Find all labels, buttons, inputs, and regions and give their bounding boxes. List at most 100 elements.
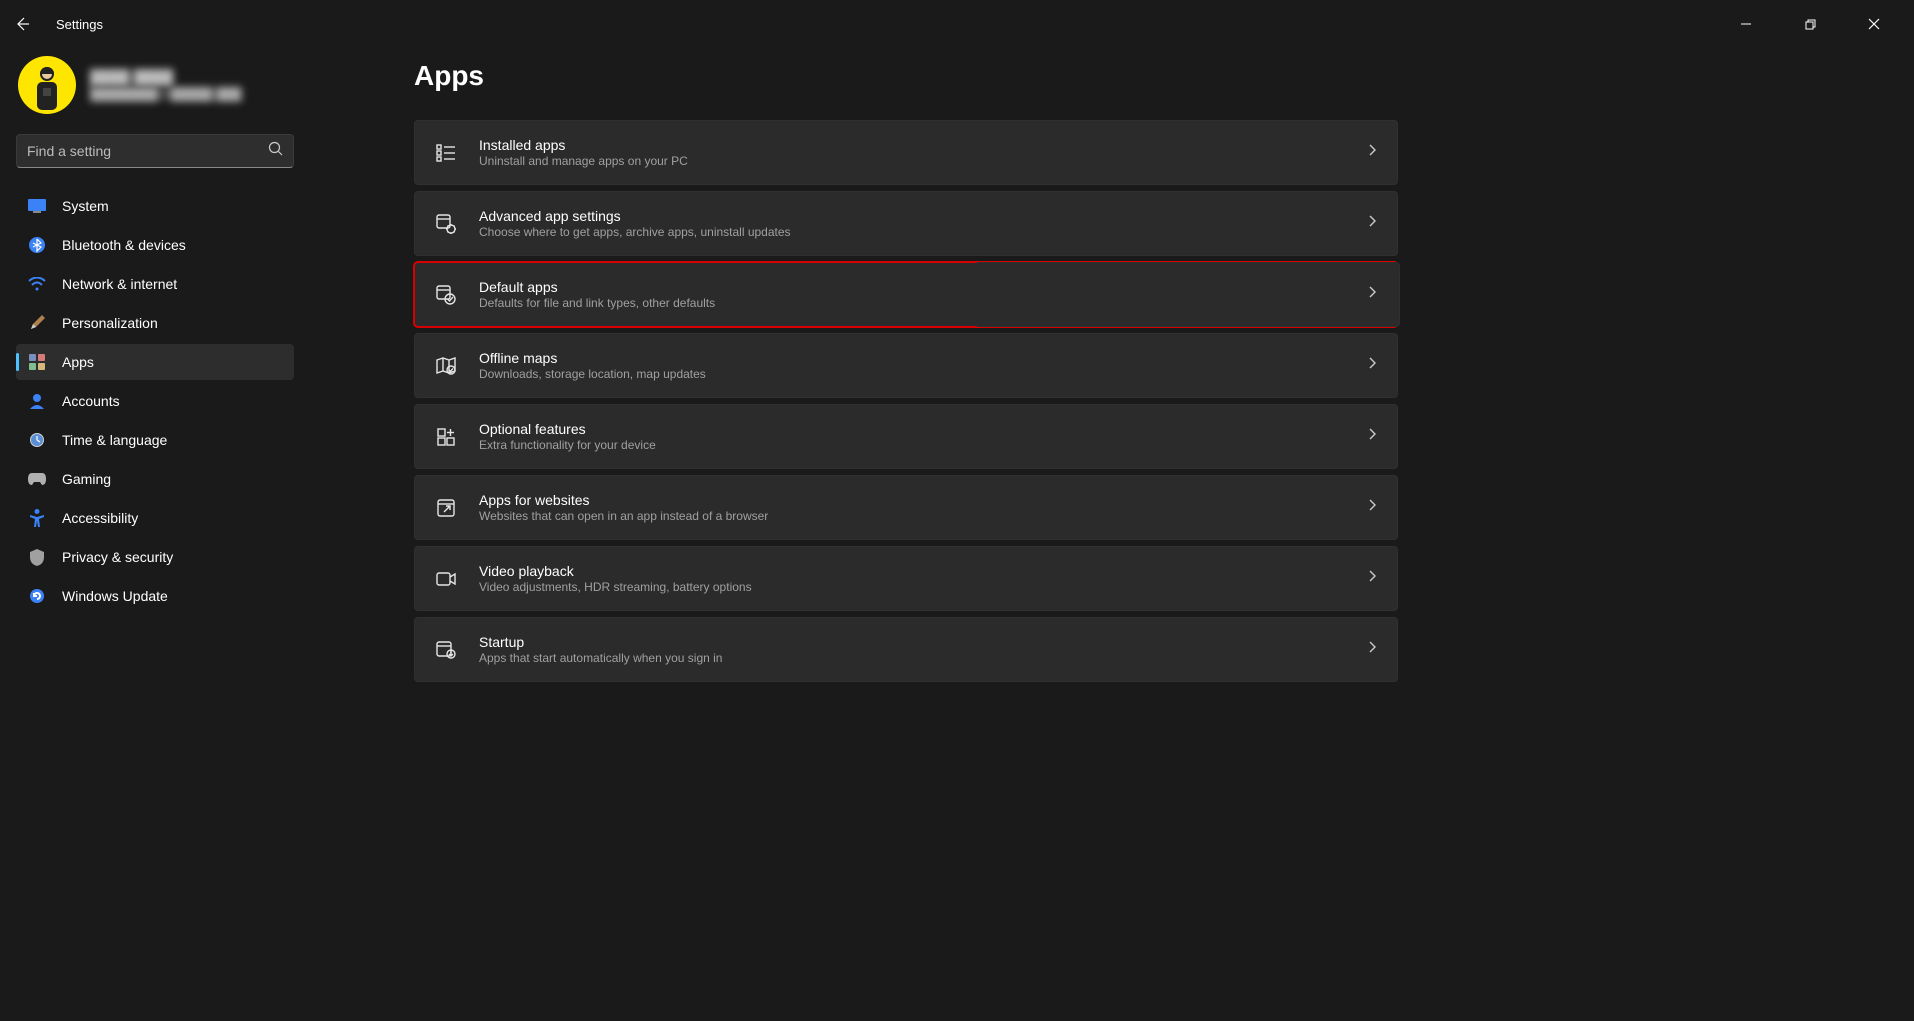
chevron-right-icon [1368,569,1377,588]
apps-icon [28,353,46,371]
card-text: Video playback Video adjustments, HDR st… [479,563,752,594]
accessibility-icon [28,509,46,527]
nav-label: System [62,198,109,214]
card-offline-maps[interactable]: Offline maps Downloads, storage location… [414,333,1398,398]
card-title: Offline maps [479,350,706,366]
card-title: Advanced app settings [479,208,791,224]
titlebar-left: Settings [12,14,103,34]
gamepad-icon [28,470,46,488]
chevron-right-icon [1368,285,1377,304]
card-text: Default apps Defaults for file and link … [479,279,715,310]
map-icon [435,355,457,377]
card-sub: Uninstall and manage apps on your PC [479,154,688,168]
close-icon [1868,18,1880,30]
sidebar: ████ ████ ████████@█████.███ System Blue… [0,48,300,1021]
chevron-right-icon [1368,640,1377,659]
card-title: Installed apps [479,137,688,153]
chevron-right-icon [1368,356,1377,375]
titlebar-right [1724,9,1902,39]
nav: System Bluetooth & devices Network & int… [16,188,300,614]
card-sub: Apps that start automatically when you s… [479,651,722,665]
person-icon [28,392,46,410]
card-installed-apps[interactable]: Installed apps Uninstall and manage apps… [414,120,1398,185]
chevron-right-icon [1368,214,1377,233]
nav-label: Windows Update [62,588,168,604]
minimize-icon [1740,18,1752,30]
profile-block[interactable]: ████ ████ ████████@█████.███ [16,56,300,114]
nav-apps[interactable]: Apps [16,344,294,380]
nav-personalization[interactable]: Personalization [16,305,294,341]
card-default-apps[interactable]: Default apps Defaults for file and link … [414,262,1398,327]
card-text: Apps for websites Websites that can open… [479,492,768,523]
nav-label: Accounts [62,393,120,409]
startup-icon [435,639,457,661]
nav-accessibility[interactable]: Accessibility [16,500,294,536]
clock-icon [28,431,46,449]
nav-accounts[interactable]: Accounts [16,383,294,419]
card-text: Advanced app settings Choose where to ge… [479,208,791,239]
page-title: Apps [414,60,1914,92]
nav-label: Bluetooth & devices [62,237,186,253]
nav-system[interactable]: System [16,188,294,224]
card-sub: Choose where to get apps, archive apps, … [479,225,791,239]
app-gear-icon [435,213,457,235]
card-video-playback[interactable]: Video playback Video adjustments, HDR st… [414,546,1398,611]
nav-privacy[interactable]: Privacy & security [16,539,294,575]
card-sub: Extra functionality for your device [479,438,656,452]
card-title: Startup [479,634,722,650]
video-icon [435,568,457,590]
card-title: Default apps [479,279,715,295]
minimize-button[interactable] [1724,9,1768,39]
card-sub: Defaults for file and link types, other … [479,296,715,310]
maximize-icon [1805,19,1816,30]
cards-list: Installed apps Uninstall and manage apps… [414,120,1398,682]
nav-network[interactable]: Network & internet [16,266,294,302]
nav-label: Personalization [62,315,158,331]
brush-icon [28,314,46,332]
default-apps-icon [435,284,457,306]
back-arrow-icon [14,16,30,32]
close-button[interactable] [1852,9,1896,39]
chevron-right-icon [1368,498,1377,517]
wifi-icon [28,275,46,293]
nav-time[interactable]: Time & language [16,422,294,458]
search-input[interactable] [27,143,268,159]
card-startup[interactable]: Startup Apps that start automatically wh… [414,617,1398,682]
maximize-button[interactable] [1788,9,1832,39]
main-content: Apps Installed apps Uninstall and manage… [300,48,1914,1021]
card-advanced-settings[interactable]: Advanced app settings Choose where to ge… [414,191,1398,256]
chevron-right-icon [1368,143,1377,162]
nav-bluetooth[interactable]: Bluetooth & devices [16,227,294,263]
card-apps-for-websites[interactable]: Apps for websites Websites that can open… [414,475,1398,540]
nav-update[interactable]: Windows Update [16,578,294,614]
back-button[interactable] [12,14,32,34]
profile-name: ████ ████ [90,69,242,85]
list-icon [435,142,457,164]
card-optional-features[interactable]: Optional features Extra functionality fo… [414,404,1398,469]
add-square-icon [435,426,457,448]
chevron-right-icon [1368,427,1377,446]
profile-email: ████████@█████.███ [90,87,242,101]
window-title: Settings [56,17,103,32]
card-text: Offline maps Downloads, storage location… [479,350,706,381]
shield-icon [28,548,46,566]
nav-label: Privacy & security [62,549,173,565]
nav-gaming[interactable]: Gaming [16,461,294,497]
card-sub: Video adjustments, HDR streaming, batter… [479,580,752,594]
card-title: Apps for websites [479,492,768,508]
card-sub: Downloads, storage location, map updates [479,367,706,381]
system-icon [28,197,46,215]
body-area: ████ ████ ████████@█████.███ System Blue… [0,48,1914,1021]
search-icon [268,141,283,161]
card-text: Startup Apps that start automatically wh… [479,634,722,665]
card-text: Optional features Extra functionality fo… [479,421,656,452]
avatar [18,56,76,114]
card-title: Video playback [479,563,752,579]
nav-label: Time & language [62,432,167,448]
nav-label: Network & internet [62,276,177,292]
update-icon [28,587,46,605]
bluetooth-icon [28,236,46,254]
nav-label: Accessibility [62,510,138,526]
search-box[interactable] [16,134,294,168]
card-title: Optional features [479,421,656,437]
